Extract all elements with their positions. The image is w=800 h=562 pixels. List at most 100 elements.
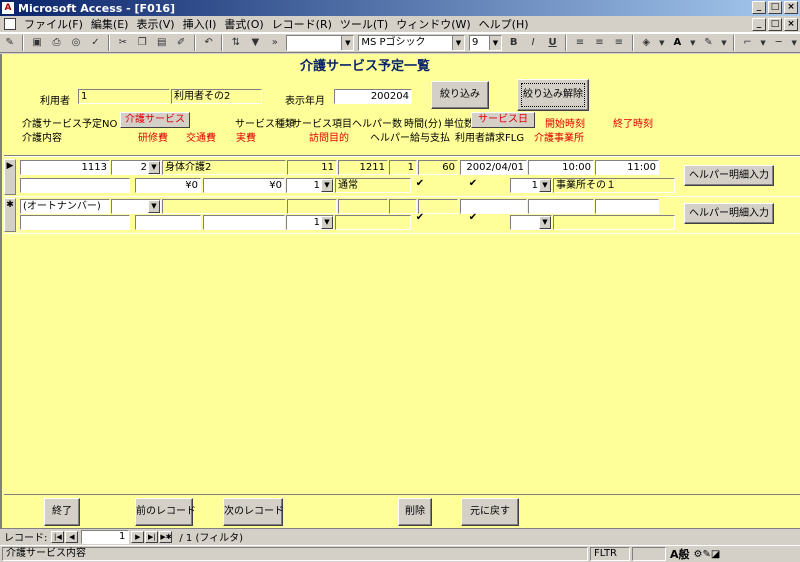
prev-record-button[interactable]: 前のレコード	[135, 498, 196, 526]
menu-view[interactable]: 表示(V)	[132, 16, 178, 32]
menu-window[interactable]: ウィンドウ(W)	[392, 16, 474, 32]
helper-count-field[interactable]: 1	[389, 160, 417, 175]
care-content-field[interactable]	[20, 178, 130, 193]
fill-color-icon[interactable]: ◈	[638, 35, 655, 51]
helper-pay-checkbox[interactable]: ✔	[415, 179, 425, 189]
service-item-field[interactable]: 1211	[338, 160, 388, 175]
new-start-time-field[interactable]	[528, 199, 594, 214]
undo-icon[interactable]: ↶	[200, 35, 217, 51]
plan-no-field[interactable]: 1113	[20, 160, 110, 175]
menu-format[interactable]: 書式(O)	[220, 16, 267, 32]
view-icon[interactable]: ✎	[1, 35, 18, 51]
clear-filter-button[interactable]: 絞り込み解除	[517, 79, 589, 111]
ime-tools-icon[interactable]: ⚙✎◪	[694, 549, 721, 560]
menu-file[interactable]: ファイル(F)	[20, 16, 87, 32]
header-care-service-button[interactable]: 介護サービス	[120, 112, 190, 128]
chevron-down-icon[interactable]: ▼	[657, 35, 667, 51]
year-month-field[interactable]: 200204	[334, 89, 412, 104]
access-app-icon[interactable]: A	[2, 2, 14, 14]
chevron-down-icon[interactable]: ▼	[341, 36, 354, 50]
print-preview-icon[interactable]: ◎	[67, 35, 84, 51]
user-id-field[interactable]: 1	[78, 89, 170, 104]
border-icon[interactable]: ⌐	[739, 35, 756, 51]
font-color-icon[interactable]: A	[669, 35, 686, 51]
filter-button[interactable]: 絞り込み	[431, 81, 489, 109]
chevron-down-icon[interactable]: ▼	[758, 35, 768, 51]
service-name-field[interactable]: 身体介護2	[162, 160, 286, 175]
new-user-billing-checkbox[interactable]: ✔	[468, 213, 478, 223]
chevron-down-icon[interactable]: ▼	[488, 36, 501, 50]
chevron-down-icon[interactable]: ▼	[148, 161, 160, 174]
new-helper-detail-button[interactable]: ヘルパー明細入力	[684, 203, 774, 224]
minimize-button[interactable]: _	[752, 1, 766, 14]
helper-detail-button[interactable]: ヘルパー明細入力	[684, 165, 774, 186]
new-service-name-field[interactable]	[162, 199, 286, 214]
chevron-down-icon[interactable]: ▼	[321, 179, 333, 192]
visit-purpose-combo[interactable]: 1 ▼	[286, 178, 334, 193]
form-doc-icon[interactable]	[4, 18, 16, 30]
format-painter-icon[interactable]: ✐	[172, 35, 189, 51]
new-training-fee-field[interactable]	[135, 215, 201, 230]
new-service-code-combo[interactable]: ▼	[111, 199, 161, 214]
align-center-icon[interactable]: ≡	[591, 35, 608, 51]
new-visit-purpose-name[interactable]	[335, 215, 411, 230]
new-record-selector[interactable]: ✱	[4, 198, 16, 232]
service-date-field[interactable]: 2002/04/01	[460, 160, 527, 175]
service-code-combo[interactable]: 2 ▼	[111, 160, 161, 175]
object-combo[interactable]: ▼	[286, 35, 355, 51]
last-record-icon[interactable]: ▶|	[145, 530, 159, 543]
start-time-field[interactable]: 10:00	[528, 160, 594, 175]
chevron-down-icon[interactable]: ▼	[719, 35, 729, 51]
maximize-button[interactable]: □	[768, 1, 782, 14]
close-form-button[interactable]: 終了	[44, 498, 80, 526]
visit-purpose-name[interactable]: 通常	[335, 178, 411, 193]
chevron-down-icon[interactable]: ▼	[688, 35, 698, 51]
align-left-icon[interactable]: ≡	[571, 35, 588, 51]
copy-icon[interactable]: ❐	[134, 35, 151, 51]
doc-minimize-button[interactable]: _	[752, 18, 766, 31]
italic-button[interactable]: I	[524, 35, 541, 51]
bold-button[interactable]: B	[505, 35, 522, 51]
new-end-time-field[interactable]	[595, 199, 659, 214]
end-time-field[interactable]: 11:00	[595, 160, 659, 175]
new-transport-fee-field[interactable]	[203, 215, 285, 230]
line-color-icon[interactable]: ✎	[700, 35, 717, 51]
close-button[interactable]: ×	[784, 1, 798, 14]
next-record-icon[interactable]: ▶	[131, 530, 145, 543]
undo-button[interactable]: 元に戻す	[461, 498, 519, 526]
current-record-field[interactable]: 1	[81, 529, 130, 544]
menu-insert[interactable]: 挿入(I)	[179, 16, 221, 32]
chevron-down-icon[interactable]: ▼	[539, 216, 551, 229]
prev-record-icon[interactable]: ◀	[65, 530, 79, 543]
save-icon[interactable]: ▣	[28, 35, 45, 51]
sort-icon[interactable]: ⇅	[227, 35, 244, 51]
new-plan-no-field[interactable]: (オートナンバー)	[20, 199, 110, 214]
new-service-item-field[interactable]	[338, 199, 388, 214]
menu-tools[interactable]: ツール(T)	[336, 16, 392, 32]
spelling-icon[interactable]: ✓	[87, 35, 104, 51]
align-right-icon[interactable]: ≡	[610, 35, 627, 51]
new-care-content-field[interactable]	[20, 215, 130, 230]
menu-edit[interactable]: 編集(E)	[87, 16, 133, 32]
chevron-down-icon[interactable]: ▼	[321, 216, 333, 229]
chevron-down-icon[interactable]: ▼	[148, 200, 160, 213]
new-minutes-field[interactable]	[418, 199, 458, 214]
chevron-down-icon[interactable]: ▼	[539, 179, 551, 192]
underline-button[interactable]: U	[544, 35, 561, 51]
menu-help[interactable]: ヘルプ(H)	[475, 16, 533, 32]
user-billing-checkbox[interactable]: ✔	[468, 179, 478, 189]
header-service-date-button[interactable]: サービス日	[471, 112, 535, 128]
paste-icon[interactable]: ▤	[153, 35, 170, 51]
service-type-field[interactable]: 11	[287, 160, 337, 175]
new-helper-pay-checkbox[interactable]: ✔	[415, 213, 425, 223]
font-size-combo[interactable]: 9 ▼	[468, 35, 502, 51]
new-provider-name-field[interactable]	[553, 215, 675, 230]
provider-name-field[interactable]: 事業所その１	[553, 178, 675, 193]
new-visit-purpose-combo[interactable]: 1 ▼	[286, 215, 334, 230]
cut-icon[interactable]: ✂	[114, 35, 131, 51]
chevron-down-icon[interactable]: ▼	[789, 35, 799, 51]
training-fee-field[interactable]: ¥0	[135, 178, 201, 193]
print-icon[interactable]: ⎙	[48, 35, 65, 51]
minutes-field[interactable]: 60	[418, 160, 458, 175]
doc-restore-button[interactable]: □	[768, 18, 782, 31]
